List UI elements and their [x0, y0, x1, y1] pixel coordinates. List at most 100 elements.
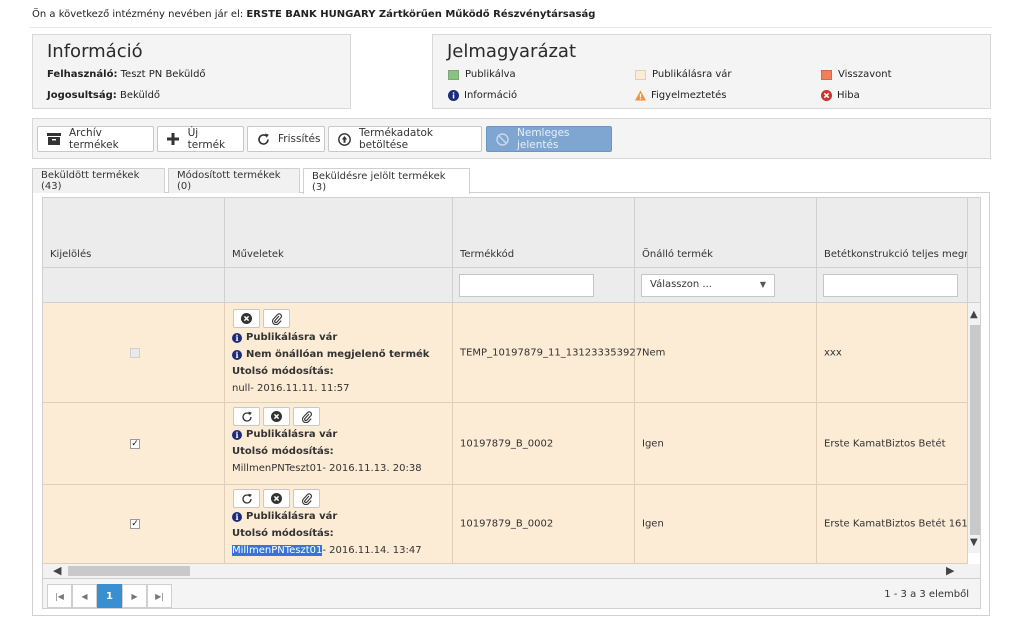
attachment-button[interactable] — [293, 407, 320, 426]
name-cell: Erste KamatBiztos Betét — [817, 403, 968, 484]
upload-circle-icon — [338, 132, 351, 146]
nil-report-label: Nemleges jelentés — [517, 127, 570, 151]
code-filter-input[interactable] — [459, 274, 594, 297]
tab-modified[interactable]: Módosított termékek (0) — [168, 168, 300, 193]
legend-info-label: Információ — [464, 90, 518, 101]
name-filter-input[interactable] — [823, 274, 958, 297]
role-value: Beküldő — [119, 90, 161, 101]
horizontal-scrollbar[interactable]: ◀ ▶ — [43, 564, 980, 578]
attachment-button[interactable] — [293, 489, 320, 508]
prev-page-button[interactable]: ◀ — [72, 584, 97, 608]
legend-warning: Figyelmeztetés — [635, 90, 727, 101]
product-name: xxx — [824, 347, 842, 358]
row-checkbox[interactable] — [130, 347, 140, 358]
withdraw-button[interactable] — [263, 489, 290, 508]
row-checkbox[interactable]: ✓ — [130, 519, 140, 529]
scroll-up-icon[interactable]: ▲ — [970, 309, 978, 320]
remove-circle-icon — [271, 493, 282, 504]
scroll-left-icon[interactable]: ◀ — [53, 564, 61, 577]
legend-error-label: Hiba — [837, 90, 860, 101]
next-page-button[interactable]: ▶ — [122, 584, 147, 608]
legend-published-label: Publikálva — [465, 69, 516, 80]
published-swatch — [448, 69, 459, 80]
revert-button[interactable] — [233, 489, 260, 508]
modified-value: MillmenPNTeszt01 - 2016.11.14. 13:47 — [232, 545, 422, 556]
row-checkbox[interactable]: ✓ — [130, 438, 140, 449]
product-code: 10197879_B_0002 — [460, 518, 554, 530]
standalone-filter-value: Válasszon ... — [650, 279, 712, 290]
filter-row: Válasszon ... ▼ — [43, 268, 980, 303]
legend-info: Információ — [448, 90, 517, 101]
withdraw-button[interactable] — [233, 309, 260, 328]
refresh-button[interactable]: Frissítés — [247, 126, 325, 152]
info-icon: i — [232, 429, 242, 440]
role-label: Jogosultság: — [47, 90, 117, 101]
status-text: Publikálásra vár — [246, 511, 338, 522]
column-header-standalone[interactable]: Önálló termék — [635, 198, 817, 268]
vertical-scrollbar[interactable]: ▲ ▼ — [968, 303, 980, 553]
tab-submitted-label: Beküldött termékek (43) — [41, 170, 140, 192]
pager: |◀ ◀ 1 ▶ ▶| 1 - 3 a 3 elemből — [43, 578, 980, 608]
select-cell: ✓ — [43, 485, 225, 563]
standalone-cell: Igen — [635, 403, 817, 484]
product-code: 10197879_B_0002 — [460, 438, 554, 449]
column-header-select[interactable]: Kijelölés — [43, 198, 225, 268]
last-page-button[interactable]: ▶| — [147, 584, 172, 608]
filter-code-cell — [453, 268, 635, 303]
withdraw-button[interactable] — [263, 407, 290, 426]
column-code-label: Termékkód — [460, 249, 515, 260]
code-cell: 10197879_B_0002 — [453, 485, 635, 563]
remove-circle-icon — [271, 411, 282, 422]
column-name-label: Betétkonstrukció teljes megne — [824, 249, 968, 260]
standalone-filter-select[interactable]: Válasszon ... ▼ — [641, 274, 775, 297]
legend-published: Publikálva — [448, 69, 516, 80]
row-actions — [233, 489, 320, 508]
modified-by: null — [232, 383, 251, 394]
load-product-data-label: Termékadatok betöltése — [359, 127, 433, 151]
table-row: ✓ iPublikálásra vár Utolsó módosítás: M — [43, 403, 968, 485]
legend-panel: Jelmagyarázat Publikálva Publikálásra vá… — [432, 34, 991, 109]
scroll-down-icon[interactable]: ▼ — [970, 537, 978, 548]
name-cell: Erste KamatBiztos Betét 16111 — [817, 485, 968, 563]
column-header-code[interactable]: Termékkód — [453, 198, 635, 268]
legend-revoked: Visszavont — [821, 69, 892, 80]
user-line: Felhasználó: Teszt PN Beküldő — [47, 69, 206, 80]
actions-cell: i Publikálásra vár Utolsó módosítás: Mill… — [225, 403, 453, 484]
page-button-current[interactable]: 1 — [97, 584, 122, 608]
grid-header: Kijelölés Műveletek Termékkód Önálló ter… — [43, 198, 980, 268]
tab-submitted[interactable]: Beküldött termékek (43) — [32, 168, 165, 193]
info-icon — [448, 90, 459, 101]
institution-line: Ön a következő intézmény nevében jár el:… — [32, 9, 595, 20]
info-title: Információ — [47, 41, 143, 62]
horizontal-scroll-thumb[interactable] — [68, 566, 190, 576]
tab-marked-for-submission[interactable]: Beküldésre jelölt termékek (3) — [303, 168, 470, 194]
modified-at: - 2016.11.11. 11:57 — [250, 383, 350, 394]
revoked-swatch — [821, 69, 832, 80]
legend-error: Hiba — [821, 90, 860, 101]
legend-warning-label: Figyelmeztetés — [651, 90, 727, 101]
archive-button[interactable]: Archív termékek — [37, 126, 154, 152]
attachment-button[interactable] — [263, 309, 290, 328]
column-header-name[interactable]: Betétkonstrukció teljes megne — [817, 198, 968, 268]
select-cell: ✓ — [43, 403, 225, 484]
new-product-button[interactable]: Új termék — [157, 126, 244, 152]
chevron-down-icon: ▼ — [759, 280, 766, 289]
modified-label-text: Utolsó módosítás: — [232, 366, 334, 377]
ban-icon — [496, 132, 509, 146]
name-cell: xxx — [817, 303, 968, 402]
standalone-cell: Nem — [635, 303, 817, 402]
info-icon: i — [232, 349, 242, 360]
nil-report-button[interactable]: Nemleges jelentés — [486, 126, 612, 152]
scroll-right-icon[interactable]: ▶ — [946, 564, 954, 577]
legend-revoked-label: Visszavont — [838, 69, 892, 80]
legend-pending: Publikálásra vár — [635, 69, 732, 80]
vertical-scroll-thumb[interactable] — [970, 325, 980, 535]
revert-button[interactable] — [233, 407, 260, 426]
first-page-button[interactable]: |◀ — [47, 584, 72, 608]
load-product-data-button[interactable]: Termékadatok betöltése — [328, 126, 482, 152]
user-label: Felhasználó: — [47, 69, 118, 80]
modified-value: MillmenPNTeszt01 - 2016.11.13. 20:38 — [232, 463, 422, 474]
column-header-actions[interactable]: Műveletek — [225, 198, 453, 268]
legend-pending-label: Publikálásra vár — [652, 69, 732, 80]
status-line: i Publikálásra vár — [232, 511, 337, 522]
